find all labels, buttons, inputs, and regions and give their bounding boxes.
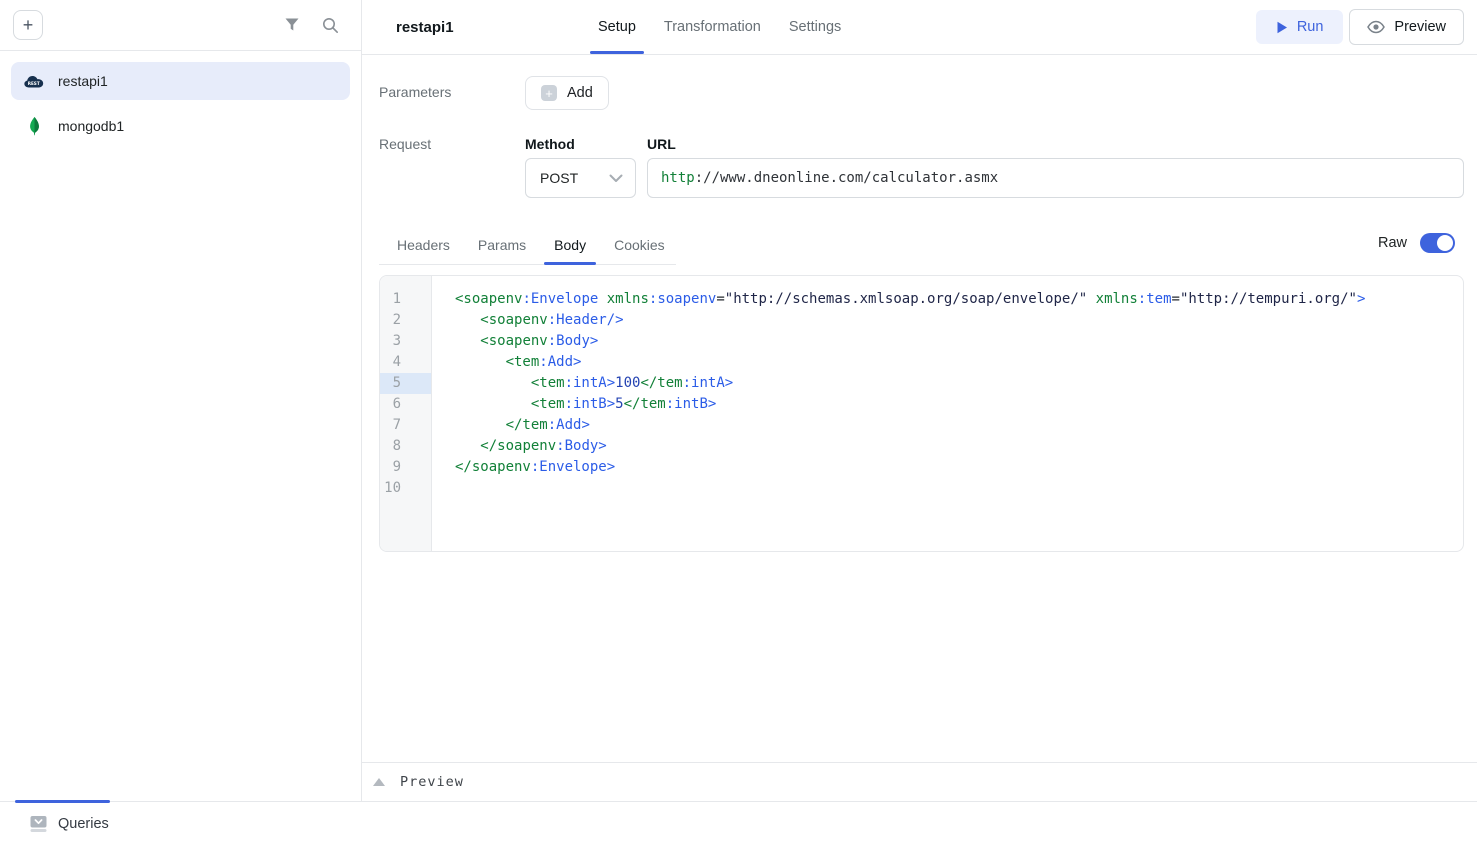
query-sidebar: + REST: [0, 0, 362, 801]
url-value-rest: ://www.dneonline.com/calculator.asmx: [695, 170, 998, 186]
mongodb-icon: [23, 117, 45, 136]
preview-panel-label: Preview: [400, 774, 464, 790]
raw-toggle-group: Raw: [1378, 233, 1455, 253]
query-item-label: mongodb1: [58, 118, 124, 134]
tab-setup[interactable]: Setup: [596, 0, 638, 54]
query-list-item-restapi1[interactable]: REST restapi1: [11, 62, 350, 100]
code-line[interactable]: </soapenv:Envelope>: [455, 457, 1463, 478]
app-window: + REST: [0, 0, 1477, 847]
gutter-line-number: 2: [380, 310, 431, 331]
filter-icon: [284, 17, 300, 33]
query-editor-panel: restapi1 Setup Transformation Settings R…: [362, 0, 1477, 801]
eye-icon: [1367, 20, 1385, 34]
gutter-line-number: 6: [380, 394, 431, 415]
body-code-editor[interactable]: 12345678910 <soapenv:Envelope xmlns:soap…: [379, 275, 1464, 552]
parameters-row: Parameters + Add: [379, 76, 1464, 110]
request-row: Request Method POST URL http://www.dneon…: [379, 136, 1464, 198]
request-options-section: Headers Params Body Cookies Raw 12345678…: [379, 231, 1464, 552]
gutter-line-number: 3: [380, 331, 431, 352]
code-line[interactable]: [455, 478, 1463, 499]
query-list: REST restapi1 mongodb1: [0, 51, 361, 163]
request-options-tabs: Headers Params Body Cookies: [379, 231, 676, 265]
filter-queries-button[interactable]: [280, 13, 304, 37]
setup-tab-content: Parameters + Add Request Method POST: [362, 55, 1477, 552]
gutter-line-number: 1: [380, 289, 431, 310]
method-label: Method: [525, 136, 636, 152]
queries-panel-tab[interactable]: Queries: [0, 802, 109, 832]
method-select[interactable]: POST: [525, 158, 636, 198]
code-line[interactable]: <tem:Add>: [455, 352, 1463, 373]
tab-settings[interactable]: Settings: [787, 0, 843, 54]
raw-toggle[interactable]: [1420, 233, 1455, 253]
query-editor-header: restapi1 Setup Transformation Settings R…: [362, 0, 1477, 55]
editor-gutter: 12345678910: [380, 276, 432, 551]
gutter-line-number: 9: [380, 457, 431, 478]
query-list-item-mongodb1[interactable]: mongodb1: [11, 107, 350, 145]
svg-text:REST: REST: [28, 80, 40, 85]
code-line[interactable]: <soapenv:Envelope xmlns:soapenv="http://…: [455, 289, 1463, 310]
sidebar-header: +: [0, 0, 361, 51]
gutter-line-number: 10: [380, 478, 431, 499]
code-line[interactable]: </tem:Add>: [455, 415, 1463, 436]
gutter-line-number: 8: [380, 436, 431, 457]
url-label: URL: [647, 136, 1464, 152]
queries-tab-label: Queries: [58, 816, 109, 832]
raw-toggle-label: Raw: [1378, 235, 1407, 251]
search-icon: [322, 17, 339, 34]
request-label: Request: [379, 136, 525, 152]
rest-api-icon: REST: [23, 74, 45, 89]
query-editor-tabs: Setup Transformation Settings: [596, 0, 843, 54]
preview-panel-toggle[interactable]: Preview: [362, 762, 1477, 801]
gutter-line-number: 5: [380, 373, 431, 394]
code-line[interactable]: </soapenv:Body>: [455, 436, 1463, 457]
editor-code[interactable]: <soapenv:Envelope xmlns:soapenv="http://…: [432, 276, 1463, 551]
app-footer: Queries: [0, 801, 1477, 847]
url-field-group: URL http://www.dneonline.com/calculator.…: [647, 136, 1464, 198]
play-icon: [1276, 21, 1288, 34]
queries-active-indicator: [15, 800, 110, 803]
code-line[interactable]: <soapenv:Body>: [455, 331, 1463, 352]
tab-params[interactable]: Params: [476, 231, 528, 264]
code-line[interactable]: <soapenv:Header/>: [455, 310, 1463, 331]
url-value-scheme: http: [661, 170, 695, 186]
code-line[interactable]: <tem:intB>5</tem:intB>: [455, 394, 1463, 415]
preview-button[interactable]: Preview: [1349, 9, 1464, 45]
tab-headers[interactable]: Headers: [395, 231, 452, 264]
plus-square-icon: +: [541, 85, 557, 101]
parameters-label: Parameters: [379, 76, 525, 100]
add-parameter-button[interactable]: + Add: [525, 76, 609, 110]
triangle-up-icon: [373, 778, 385, 786]
code-line[interactable]: <tem:intA>100</tem:intA>: [455, 373, 1463, 394]
tab-cookies[interactable]: Cookies: [612, 231, 667, 264]
header-actions: Run Preview: [1256, 0, 1464, 54]
chevron-down-icon: [609, 174, 623, 183]
method-selected-value: POST: [540, 170, 578, 186]
gutter-line-number: 7: [380, 415, 431, 436]
tab-body[interactable]: Body: [552, 231, 588, 264]
panel-collapse-icon: [30, 815, 47, 832]
tab-transformation[interactable]: Transformation: [662, 0, 763, 54]
run-button[interactable]: Run: [1256, 10, 1344, 44]
query-item-label: restapi1: [58, 73, 108, 89]
search-queries-button[interactable]: [318, 13, 343, 38]
query-title[interactable]: restapi1: [396, 19, 564, 36]
plus-icon: +: [23, 16, 34, 34]
new-query-button[interactable]: +: [13, 10, 43, 40]
toggle-knob: [1437, 235, 1453, 251]
url-input[interactable]: http://www.dneonline.com/calculator.asmx: [647, 158, 1464, 198]
method-field-group: Method POST: [525, 136, 636, 198]
gutter-line-number: 4: [380, 352, 431, 373]
